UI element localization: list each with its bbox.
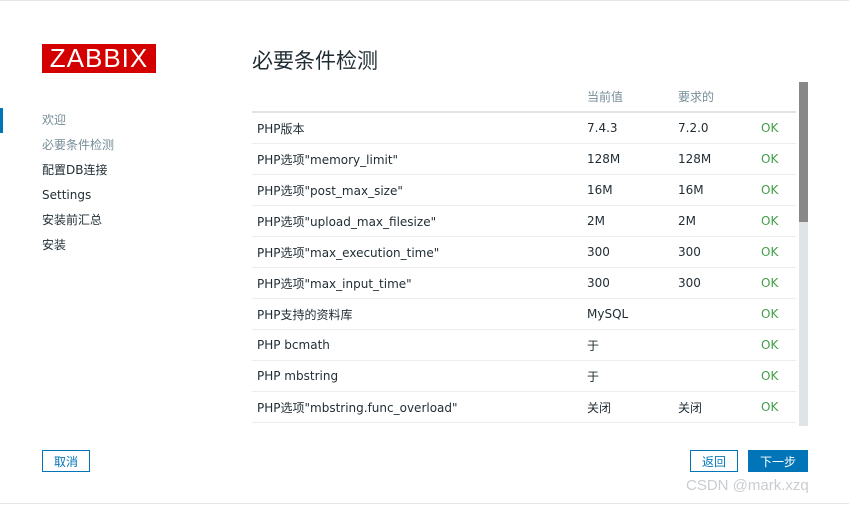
status-value: OK	[756, 391, 796, 423]
current-value	[582, 422, 673, 426]
requirement-name	[252, 422, 582, 426]
table-row: PHP选项"upload_max_filesize" 2M 2M OK	[252, 205, 796, 237]
current-value: 7.4.3	[582, 112, 673, 144]
required-value: 16M	[673, 174, 756, 206]
current-value: 16M	[582, 174, 673, 206]
next-step-button[interactable]: 下一步	[748, 450, 808, 472]
status-value: OK	[756, 236, 796, 268]
table-row: PHP选项"mbstring.func_overload" 关闭 关闭 OK	[252, 391, 796, 423]
requirement-name: PHP选项"upload_max_filesize"	[252, 205, 582, 237]
current-value: MySQL	[582, 298, 673, 330]
step-label: 欢迎	[42, 113, 67, 127]
step-item: 配置DB连接	[0, 158, 200, 183]
required-value: 7.2.0	[673, 112, 756, 144]
status-value	[756, 422, 796, 426]
requirement-name: PHP选项"memory_limit"	[252, 143, 582, 175]
table-row: PHP mbstring 于 OK	[252, 360, 796, 392]
bottom-divider	[0, 503, 849, 504]
table-row: PHP选项"max_input_time" 300 300 OK	[252, 267, 796, 299]
current-value: 2M	[582, 205, 673, 237]
table-row: PHP选项"post_max_size" 16M 16M OK	[252, 174, 796, 206]
current-value: 300	[582, 267, 673, 299]
required-value	[673, 422, 756, 426]
table-row: PHP支持的资料库 MySQL OK	[252, 298, 796, 330]
step-label: Settings	[42, 188, 92, 202]
status-value: OK	[756, 329, 796, 361]
column-header-status	[756, 82, 796, 113]
setup-steps-nav: 欢迎必要条件检测 配置DB连接 Settings 安装前汇总安装	[0, 108, 200, 258]
step-label: 必要条件检测	[42, 138, 115, 152]
active-step-indicator	[0, 108, 3, 133]
requirement-name: PHP选项"mbstring.func_overload"	[252, 391, 582, 423]
status-value: OK	[756, 360, 796, 392]
table-row	[252, 422, 796, 426]
required-value: 关闭	[673, 391, 756, 423]
required-value: 2M	[673, 205, 756, 237]
column-header-name	[252, 82, 582, 113]
required-value: 300	[673, 236, 756, 268]
required-value: 300	[673, 267, 756, 299]
current-value: 128M	[582, 143, 673, 175]
top-divider	[0, 0, 849, 1]
table-header-row: 当前值 要求的	[252, 82, 796, 113]
step-item: Settings	[0, 183, 200, 208]
table-row: PHP bcmath 于 OK	[252, 329, 796, 361]
csdn-watermark: CSDN @mark.xzq	[686, 477, 809, 494]
column-header-current: 当前值	[582, 82, 673, 113]
status-value: OK	[756, 143, 796, 175]
requirement-name: PHP选项"max_input_time"	[252, 267, 582, 299]
step-label: 安装前汇总	[42, 213, 103, 227]
step-item: 安装前汇总	[0, 208, 200, 233]
column-header-required: 要求的	[673, 82, 756, 113]
table-row: PHP选项"max_execution_time" 300 300 OK	[252, 236, 796, 268]
required-value	[673, 360, 756, 392]
step-label: 安装	[42, 238, 67, 252]
requirement-name: PHP选项"max_execution_time"	[252, 236, 582, 268]
status-value: OK	[756, 174, 796, 206]
table-row: PHP版本 7.4.3 7.2.0 OK	[252, 112, 796, 144]
page-title: 必要条件检测	[252, 49, 378, 73]
requirement-name: PHP版本	[252, 112, 582, 144]
required-value	[673, 298, 756, 330]
cancel-button[interactable]: 取消	[42, 450, 90, 472]
requirements-table: 当前值 要求的 PHP版本 7.4.3 7.2.0 OK PHP选项"memory_li…	[252, 82, 796, 426]
back-button[interactable]: 返回	[690, 450, 738, 472]
current-value: 关闭	[582, 391, 673, 423]
table-row: PHP选项"memory_limit" 128M 128M OK	[252, 143, 796, 175]
status-value: OK	[756, 267, 796, 299]
table-scrollbar[interactable]	[799, 82, 808, 426]
step-item: 欢迎	[0, 108, 200, 133]
current-value: 于	[582, 360, 673, 392]
zabbix-logo: ZABBIX	[42, 44, 156, 73]
scrollbar-thumb[interactable]	[799, 82, 808, 222]
requirement-name: PHP支持的资料库	[252, 298, 582, 330]
status-value: OK	[756, 205, 796, 237]
current-value: 300	[582, 236, 673, 268]
status-value: OK	[756, 112, 796, 144]
step-item: 安装	[0, 233, 200, 258]
requirement-name: PHP mbstring	[252, 360, 582, 392]
requirements-table-container[interactable]: 当前值 要求的 PHP版本 7.4.3 7.2.0 OK PHP选项"memory_li…	[252, 82, 808, 426]
requirement-name: PHP选项"post_max_size"	[252, 174, 582, 206]
step-item: 必要条件检测	[0, 133, 200, 158]
requirement-name: PHP bcmath	[252, 329, 582, 361]
required-value: 128M	[673, 143, 756, 175]
required-value	[673, 329, 756, 361]
step-label: 配置DB连接	[42, 163, 108, 177]
status-value: OK	[756, 298, 796, 330]
current-value: 于	[582, 329, 673, 361]
